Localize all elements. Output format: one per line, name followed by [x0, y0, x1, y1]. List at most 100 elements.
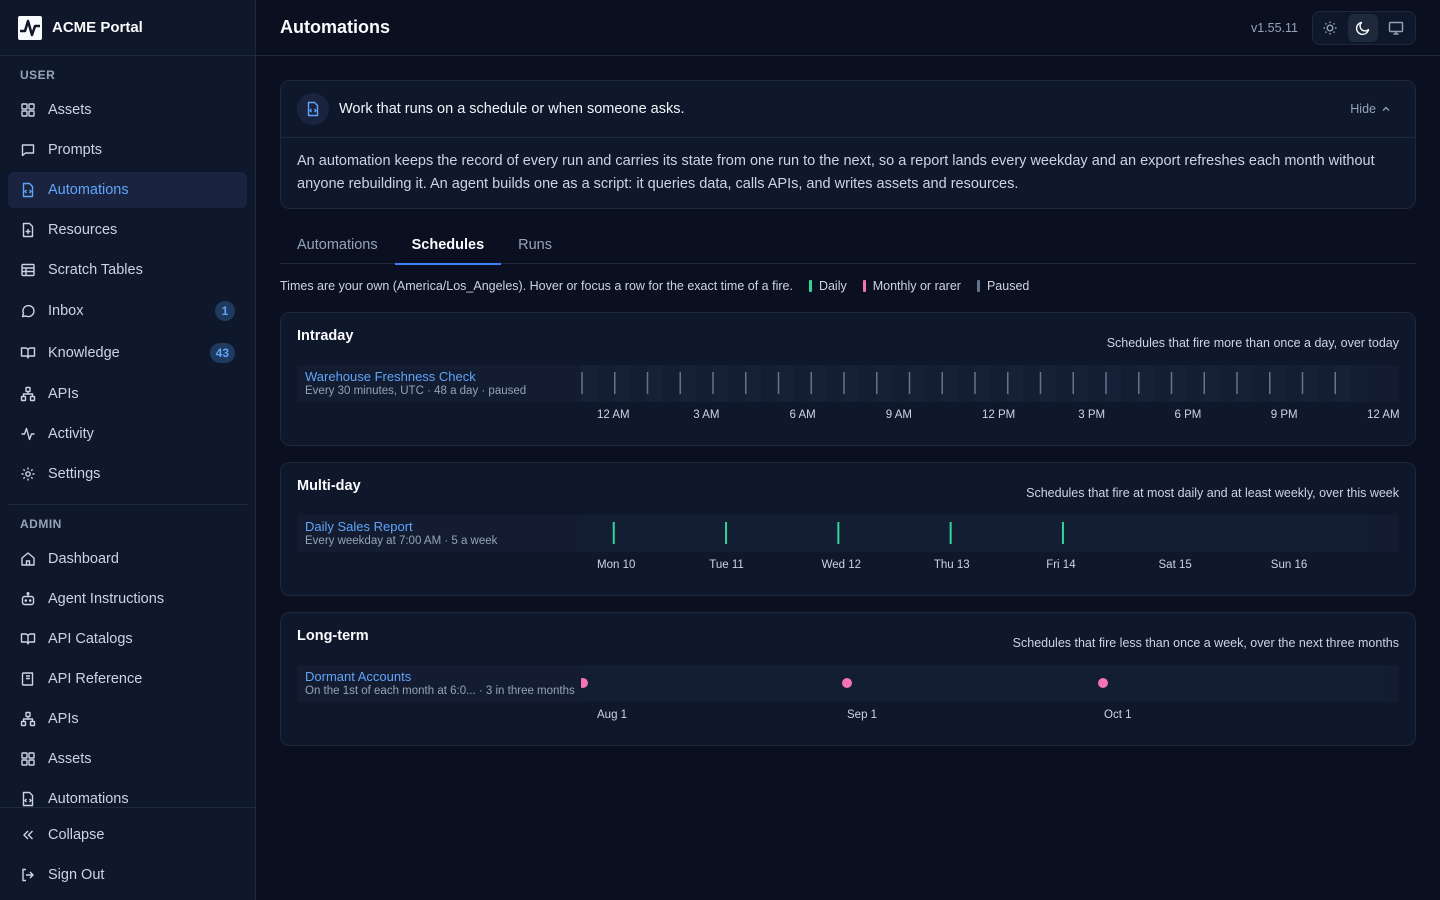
tab-runs[interactable]: Runs	[501, 225, 569, 264]
sidebar-item-api-catalogs[interactable]: API Catalogs	[8, 621, 247, 657]
legend-daily: Daily	[808, 279, 847, 293]
timeline-slot	[859, 365, 876, 402]
timeline-slot	[974, 515, 1002, 552]
timeline-slot	[997, 665, 1056, 702]
sidebar-item-prompts[interactable]: Prompts	[8, 132, 247, 168]
log-out-icon	[20, 867, 36, 883]
timeline-slot	[1072, 365, 1089, 402]
sidebar-item-label: Scratch Tables	[48, 262, 143, 278]
section-label-admin: ADMIN	[20, 517, 62, 531]
timeline-slot	[1086, 515, 1114, 552]
timeline-slot	[640, 665, 699, 702]
timeline-slot	[1186, 365, 1204, 402]
tick-label: Sun 16	[1270, 559, 1308, 571]
sidebar-item-dashboard[interactable]: Dashboard	[8, 541, 247, 577]
tick-label: Mon 10	[597, 559, 636, 571]
timeline-slot	[889, 515, 917, 552]
book-icon	[20, 671, 36, 687]
automation-link[interactable]: Daily Sales Report	[305, 519, 413, 534]
grid-icon	[20, 102, 36, 118]
message-square-icon	[20, 142, 36, 158]
fire-marker	[842, 678, 852, 688]
sidebar-item-apis[interactable]: APIs	[8, 376, 247, 412]
timeline-slot	[1226, 515, 1254, 552]
timeline-slot	[597, 365, 614, 402]
timeline-slot	[861, 515, 889, 552]
timeline-slot	[1282, 515, 1310, 552]
file-code-icon	[20, 791, 36, 807]
chevrons-left-icon	[20, 827, 36, 843]
system-theme-button[interactable]	[1380, 14, 1411, 42]
collapse-button[interactable]: Collapse	[8, 817, 247, 853]
version-label: v1.55.11	[1250, 20, 1298, 35]
intro-header: Work that runs on a schedule or when som…	[281, 81, 1415, 138]
timeline-slot	[1002, 515, 1030, 552]
timeline-slot	[1285, 365, 1302, 402]
network-icon	[20, 386, 36, 402]
sidebar-item-settings[interactable]: Settings	[8, 456, 247, 492]
acme-logo-icon	[18, 15, 42, 40]
timeline-slot	[908, 365, 925, 402]
tick-label: 9 PM	[1270, 409, 1298, 421]
sidebar-item-resources[interactable]: Resources	[8, 212, 247, 248]
tab-schedules[interactable]: Schedules	[394, 225, 502, 265]
sidebar-item-label: API Catalogs	[48, 631, 133, 647]
tick-label: Wed 12	[821, 559, 862, 571]
timeline-slot	[744, 365, 762, 402]
timeline-slot	[878, 665, 937, 702]
sidebar-item-label: APIs	[48, 711, 79, 727]
sidebar-item-admin-assets[interactable]: Assets	[8, 741, 247, 777]
panel-subtitle: Schedules that fire more than once a day…	[1106, 336, 1399, 350]
timeline-slot	[1295, 665, 1354, 702]
sidebar-item-assets[interactable]: Assets	[8, 92, 247, 128]
legend-swatch-daily	[808, 280, 812, 292]
moon-icon	[1355, 21, 1370, 36]
brand[interactable]: ACME Portal	[0, 0, 255, 56]
grid-icon	[20, 751, 36, 767]
intro-body: An automation keeps the record of every …	[297, 153, 1375, 192]
tab-automations[interactable]: Automations	[280, 225, 395, 264]
legend-swatch-paused	[976, 280, 980, 292]
multiday-timeline	[581, 515, 1367, 552]
longterm-timeline	[581, 665, 1383, 702]
hide-intro-button[interactable]: Hide	[1350, 102, 1391, 116]
automation-link[interactable]: Warehouse Freshness Check	[305, 369, 476, 384]
legend-paused: Paused	[976, 279, 1029, 293]
dark-theme-button[interactable]	[1347, 14, 1379, 42]
sidebar-item-scratch-tables[interactable]: Scratch Tables	[8, 252, 247, 288]
brand-name: ACME Portal	[52, 19, 143, 36]
timeline-slot	[892, 365, 909, 402]
sidebar-item-label: Resources	[48, 222, 118, 238]
panel-title: Long-term	[297, 628, 369, 644]
sidebar-item-label: API Reference	[48, 671, 143, 687]
tick-label: 12 PM	[982, 409, 1016, 421]
sun-icon	[1323, 21, 1337, 35]
timeline-slot	[843, 365, 860, 402]
sidebar-item-label: Inbox	[48, 303, 84, 319]
timeline-slot	[990, 365, 1007, 402]
sidebar-item-automations[interactable]: Automations	[8, 172, 247, 208]
timeline-slot	[1254, 515, 1282, 552]
tick-label: 12 AM	[597, 409, 630, 421]
legend-bar: Times are your own (America/Los_Angeles)…	[280, 279, 1029, 293]
sidebar-item-label: Automations	[48, 791, 129, 807]
sidebar-item-activity[interactable]: Activity	[8, 416, 247, 452]
timeline-slot	[805, 515, 833, 552]
timeline-slot	[581, 365, 598, 402]
hide-label: Hide	[1350, 102, 1376, 116]
home-icon	[20, 551, 36, 567]
timeline-slot	[1116, 665, 1175, 702]
timeline-slot	[917, 515, 945, 552]
file-plus-icon	[20, 222, 36, 238]
sign-out-button[interactable]: Sign Out	[8, 857, 247, 893]
sidebar-item-label: Agent Instructions	[48, 591, 165, 607]
sidebar-item-api-reference[interactable]: API Reference	[8, 661, 247, 697]
automation-link[interactable]: Dormant Accounts	[305, 669, 411, 684]
sidebar-item-agent-instructions[interactable]: Agent Instructions	[8, 581, 247, 617]
light-theme-button[interactable]	[1315, 14, 1346, 42]
sidebar-item-inbox[interactable]: Inbox 1	[8, 293, 247, 329]
sidebar-item-knowledge[interactable]: Knowledge 43	[8, 335, 247, 371]
timeline-slot	[924, 365, 942, 402]
file-code-icon	[297, 93, 329, 125]
sidebar-item-admin-apis[interactable]: APIs	[8, 701, 247, 737]
